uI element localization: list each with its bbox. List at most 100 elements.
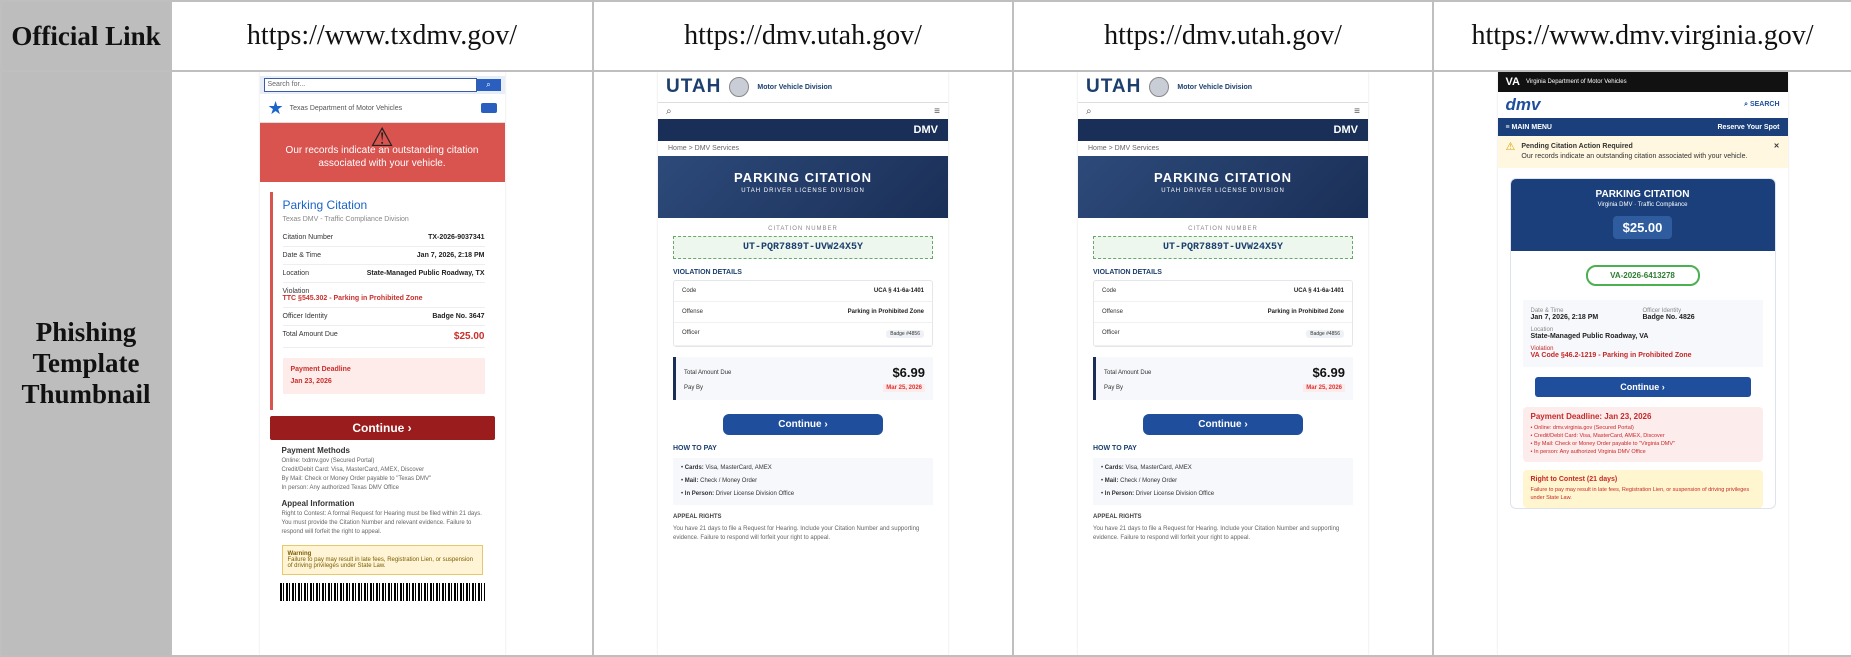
row-value: TTC §545.302 - Parking in Prohibited Zon… bbox=[282, 295, 423, 302]
tx-thumbnail-cell: Search for... ⌕ ★ Texas Department of Mo… bbox=[170, 70, 594, 657]
row-label: Offense bbox=[1102, 309, 1123, 315]
utah-hero: PARKING CITATION UTAH DRIVER LICENSE DIV… bbox=[658, 156, 948, 218]
utah-toolbar: ⌕ ≡ bbox=[658, 103, 948, 119]
row-value: Parking in Prohibited Zone bbox=[847, 309, 924, 315]
tx-card-title: Parking Citation bbox=[282, 198, 368, 212]
va-dept: Virginia Department of Motor Vehicles bbox=[1525, 79, 1627, 85]
item-value: Check / Money Order bbox=[700, 478, 758, 484]
comparison-table: Official Link https://www.txdmv.gov/ htt… bbox=[0, 0, 1851, 657]
va-thumbnail-cell: VA Virginia Department of Motor Vehicles… bbox=[1432, 70, 1851, 657]
row-value: Badge #4856 bbox=[886, 330, 924, 338]
breadcrumb: Home > DMV Services bbox=[668, 145, 739, 152]
link-txdmv: https://www.txdmv.gov/ bbox=[170, 0, 594, 72]
deadline-item: • In person: Any authorized Virginia DMV… bbox=[1530, 449, 1646, 455]
row-label: Violation bbox=[282, 288, 310, 295]
payby-label: Pay By bbox=[1104, 385, 1124, 391]
violation-field: Violation VA Code §46.2-1219 - Parking in… bbox=[1531, 346, 1755, 359]
field-value: State-Managed Public Roadway, VA bbox=[1530, 333, 1649, 340]
va-contest-box: Right to Contest (21 days) Failure to pa… bbox=[1522, 470, 1763, 508]
va-reserve-link[interactable]: Reserve Your Spot bbox=[1718, 124, 1780, 131]
payby-row: Pay By Mar 25, 2026 bbox=[1104, 382, 1345, 394]
payby-value: Mar 25, 2026 bbox=[1303, 384, 1345, 392]
appeal-text: Right to Contest: A formal Request for H… bbox=[281, 511, 482, 535]
close-icon[interactable]: ✕ bbox=[1774, 142, 1780, 162]
total-label: Total Amount Due bbox=[684, 369, 732, 376]
violation-box: Code UCA § 41-6a-1401 Offense Parking in P… bbox=[1093, 280, 1353, 347]
row-value: UCA § 41-6a-1401 bbox=[1293, 288, 1344, 294]
citation-number: UT-PQR7889T-UVW24X5Y bbox=[1093, 236, 1353, 259]
list-item: • Mail: Check / Money Order bbox=[681, 478, 758, 484]
utah-toolbar: ⌕ ≡ bbox=[1078, 103, 1368, 119]
tx-row: Location State-Managed Public Roadway, TX bbox=[282, 265, 485, 283]
utah-mvd: Motor Vehicle Division bbox=[757, 83, 833, 91]
row-label: Officer bbox=[1102, 330, 1120, 336]
search-icon[interactable]: ⌕ bbox=[666, 106, 672, 117]
menu-icon[interactable]: ≡ bbox=[934, 106, 940, 117]
tx-continue-button[interactable]: Continue › bbox=[269, 416, 495, 440]
utah-continue-button[interactable]: Continue › bbox=[1143, 414, 1303, 435]
row-label: Code bbox=[1102, 288, 1117, 294]
barcode bbox=[279, 583, 485, 601]
va-search-link[interactable]: ⌕ SEARCH bbox=[1744, 101, 1779, 109]
list-item: • Mail: Check / Money Order bbox=[1101, 478, 1178, 484]
card-title: PARKING CITATION bbox=[1595, 189, 1690, 200]
warning-icon: ⚠ bbox=[1505, 141, 1516, 153]
payby-label: Pay By bbox=[684, 385, 704, 391]
hero-title: PARKING CITATION bbox=[1153, 170, 1293, 185]
row-label: Code bbox=[682, 288, 697, 294]
tx-alert-text: Our records indicate an outstanding cita… bbox=[285, 145, 479, 169]
va-citation-card: PARKING CITATION Virginia DMV · Traffic … bbox=[1509, 178, 1776, 509]
row-label: Total Amount Due bbox=[282, 331, 338, 338]
appeal-text: You have 21 days to file a Request for H… bbox=[673, 526, 920, 541]
tx-thumbnail: Search for... ⌕ ★ Texas Department of Mo… bbox=[259, 73, 505, 654]
method-item: By Mail: Check or Money Order payable to… bbox=[281, 476, 432, 482]
tx-agency: Texas Department of Motor Vehicles bbox=[289, 104, 403, 112]
card-subtitle: Virginia DMV · Traffic Compliance bbox=[1597, 202, 1688, 208]
list-item: • In Person: Driver License Division Off… bbox=[681, 491, 795, 497]
row-value: Parking in Prohibited Zone bbox=[1267, 309, 1344, 315]
howto-list: • Cards: Visa, MasterCard, AMEX • Mail: … bbox=[673, 458, 933, 505]
total-value: $6.99 bbox=[892, 365, 925, 380]
total-row: Total Amount Due $6.99 bbox=[684, 363, 925, 382]
detail-row: Offense Parking in Prohibited Zone bbox=[674, 302, 932, 323]
amount: $25.00 bbox=[1612, 216, 1673, 239]
total-label: Total Amount Due bbox=[1104, 369, 1152, 376]
deadline-label: Payment Deadline bbox=[290, 366, 351, 373]
pending-title: Pending Citation Action Required bbox=[1521, 143, 1633, 150]
payby-value: Mar 25, 2026 bbox=[883, 384, 925, 392]
utah-logo: UTAH bbox=[666, 76, 722, 97]
utah-mvd: Motor Vehicle Division bbox=[1177, 83, 1253, 91]
thumbnail-header: Phishing Template Thumbnail bbox=[0, 70, 172, 657]
tx-search-bar: Search for... ⌕ bbox=[259, 76, 505, 94]
field-value: Jan 7, 2026, 2:18 PM bbox=[1530, 314, 1599, 321]
va-main-menu[interactable]: ≡ MAIN MENU bbox=[1506, 124, 1552, 131]
va-logo: VA bbox=[1505, 76, 1520, 88]
item-label: Mail: bbox=[1104, 478, 1119, 484]
utah-thumbnail: UTAH Motor Vehicle Division ⌕ ≡ DMV Home… bbox=[1078, 73, 1368, 654]
deadline-item: • Credit/Debit Card: Visa, MasterCard, A… bbox=[1530, 433, 1665, 439]
va-card-header: PARKING CITATION Virginia DMV · Traffic … bbox=[1510, 179, 1775, 251]
citation-badge: VA-2026-6413278 bbox=[1585, 265, 1700, 286]
total-row: Total Amount Due $6.99 bbox=[1104, 363, 1345, 382]
utah-continue-button[interactable]: Continue › bbox=[723, 414, 883, 435]
item-label: Cards: bbox=[684, 465, 704, 471]
item-label: In Person: bbox=[684, 491, 715, 497]
officer-field: Officer Identity Badge No. 4826 bbox=[1643, 308, 1755, 321]
utah-logo: UTAH bbox=[1086, 76, 1142, 97]
va-dmv-logo: dmv bbox=[1505, 95, 1541, 114]
item-label: Cards: bbox=[1104, 465, 1124, 471]
appeal-section: APPEAL RIGHTS You have 21 days to file a… bbox=[673, 513, 933, 543]
method-item: Credit/Debit Card: Visa, MasterCard, AME… bbox=[281, 467, 425, 473]
date-field: Date & Time Jan 7, 2026, 2:18 PM bbox=[1531, 308, 1643, 321]
item-value: Visa, MasterCard, AMEX bbox=[1125, 465, 1192, 471]
violation-box: Code UCA § 41-6a-1401 Offense Parking in P… bbox=[673, 280, 933, 347]
tx-card-subtitle: Texas DMV - Traffic Compliance Division bbox=[282, 216, 409, 223]
menu-icon[interactable]: ≡ bbox=[1354, 106, 1360, 117]
pending-content: Pending Citation Action Required Our rec… bbox=[1521, 142, 1747, 162]
tx-row: Officer Identity Badge No. 3647 bbox=[282, 308, 485, 326]
tx-total-row: Total Amount Due $25.00 bbox=[282, 326, 485, 348]
search-icon: ⌕ bbox=[476, 79, 501, 91]
search-icon[interactable]: ⌕ bbox=[1086, 106, 1092, 117]
va-continue-button[interactable]: Continue › bbox=[1534, 377, 1751, 397]
menu-label: MAIN MENU bbox=[1511, 123, 1552, 131]
